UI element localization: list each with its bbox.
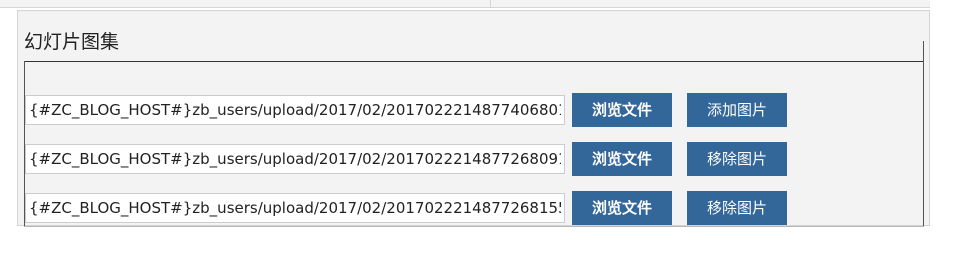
image-path-input[interactable] — [25, 193, 565, 223]
gallery-legend: 幻灯片图集 — [24, 31, 120, 53]
image-path-input[interactable] — [25, 144, 565, 174]
add-image-button[interactable]: 添加图片 — [687, 93, 787, 127]
gallery-fieldset: 幻灯片图集 浏览文件 添加图片 浏览文件 移除图片 浏览文件 移除图片 — [24, 19, 924, 227]
slideshow-gallery-panel: 幻灯片图集 浏览文件 添加图片 浏览文件 移除图片 浏览文件 移除图片 — [17, 10, 930, 227]
legend-divider — [24, 61, 924, 62]
top-strip — [0, 0, 930, 8]
image-row-2: 浏览文件 移除图片 — [24, 142, 924, 176]
remove-image-button[interactable]: 移除图片 — [687, 142, 787, 176]
browse-file-button[interactable]: 浏览文件 — [572, 93, 672, 127]
image-row-1: 浏览文件 添加图片 — [24, 93, 924, 127]
browse-file-button[interactable]: 浏览文件 — [572, 142, 672, 176]
image-row-3: 浏览文件 移除图片 — [24, 191, 924, 225]
remove-image-button[interactable]: 移除图片 — [687, 191, 787, 225]
fieldset-bottom-border — [24, 226, 924, 227]
top-strip-divider — [490, 0, 491, 7]
image-path-input[interactable] — [25, 95, 565, 125]
browse-file-button[interactable]: 浏览文件 — [572, 191, 672, 225]
